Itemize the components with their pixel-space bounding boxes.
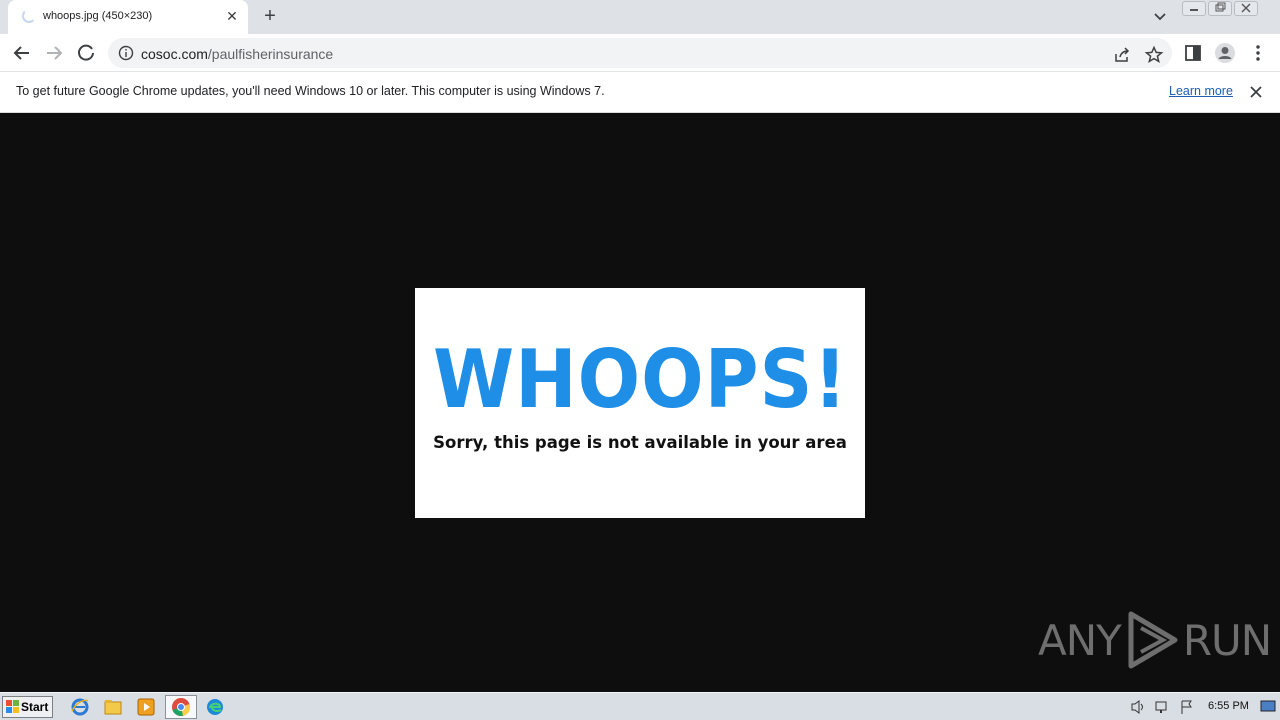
share-icon[interactable] xyxy=(1112,45,1132,65)
minimize-button[interactable] xyxy=(1182,1,1206,16)
whoops-subtext: Sorry, this page is not available in you… xyxy=(433,433,847,452)
stop-loading-icon[interactable] xyxy=(74,41,98,65)
anyrun-watermark: ANY RUN xyxy=(1038,608,1272,672)
page-viewport: WHOOPS! Sorry, this page is not availabl… xyxy=(0,113,1280,692)
update-infobar: To get future Google Chrome updates, you… xyxy=(0,72,1280,113)
infobar-message: To get future Google Chrome updates, you… xyxy=(16,84,605,98)
tab-close-button[interactable]: ✕ xyxy=(224,8,240,24)
menu-dots-icon[interactable] xyxy=(1247,42,1269,64)
new-tab-button[interactable]: + xyxy=(258,5,282,29)
taskbar: Start 6:55 PM xyxy=(0,692,1280,720)
watermark-text-left: ANY xyxy=(1038,615,1122,665)
address-bar[interactable]: cosoc.com/paulfisherinsurance xyxy=(108,38,1172,68)
forward-arrow-icon[interactable] xyxy=(42,41,66,65)
windows-logo-icon xyxy=(6,700,19,713)
start-label: Start xyxy=(21,700,49,714)
browser-toolbar: cosoc.com/paulfisherinsurance xyxy=(0,34,1280,72)
bookmark-star-icon[interactable] xyxy=(1144,45,1164,65)
chrome-taskbar-button[interactable] xyxy=(165,695,197,719)
start-button[interactable]: Start xyxy=(2,696,53,718)
back-arrow-icon[interactable] xyxy=(10,41,34,65)
chrome-icon xyxy=(172,698,191,717)
chevron-down-icon[interactable] xyxy=(1150,8,1170,26)
whoops-headline: WHOOPS! xyxy=(433,333,848,426)
tab-strip: whoops.jpg (450×230) ✕ + xyxy=(0,0,1280,34)
show-desktop-icon[interactable] xyxy=(1260,700,1276,714)
play-logo-icon xyxy=(1128,611,1178,669)
close-icon[interactable] xyxy=(1248,84,1264,100)
loading-spinner-icon xyxy=(22,9,36,23)
watermark-text-right: RUN xyxy=(1182,615,1272,665)
internet-explorer-icon[interactable] xyxy=(69,696,91,718)
tray-icons[interactable] xyxy=(1124,697,1204,717)
profile-avatar-icon[interactable] xyxy=(1214,42,1236,64)
window-controls xyxy=(1182,1,1260,17)
learn-more-link[interactable]: Learn more xyxy=(1169,84,1233,98)
restore-button[interactable] xyxy=(1208,1,1232,16)
site-info-icon[interactable] xyxy=(118,45,134,61)
taskbar-clock: 6:55 PM xyxy=(1208,700,1249,712)
file-explorer-icon[interactable] xyxy=(102,696,124,718)
media-player-icon[interactable] xyxy=(135,696,157,718)
edge-icon[interactable] xyxy=(204,696,226,718)
side-panel-icon[interactable] xyxy=(1182,42,1204,64)
address-url: cosoc.com/paulfisherinsurance xyxy=(141,46,333,62)
close-window-button[interactable] xyxy=(1234,1,1258,16)
whoops-image: WHOOPS! Sorry, this page is not availabl… xyxy=(415,288,865,518)
tab-whoops[interactable]: whoops.jpg (450×230) ✕ xyxy=(8,0,248,34)
url-path: /paulfisherinsurance xyxy=(207,46,334,62)
tab-title: whoops.jpg (450×230) xyxy=(43,10,153,22)
url-host: cosoc.com xyxy=(141,46,208,62)
system-tray: 6:55 PM xyxy=(1120,695,1280,719)
